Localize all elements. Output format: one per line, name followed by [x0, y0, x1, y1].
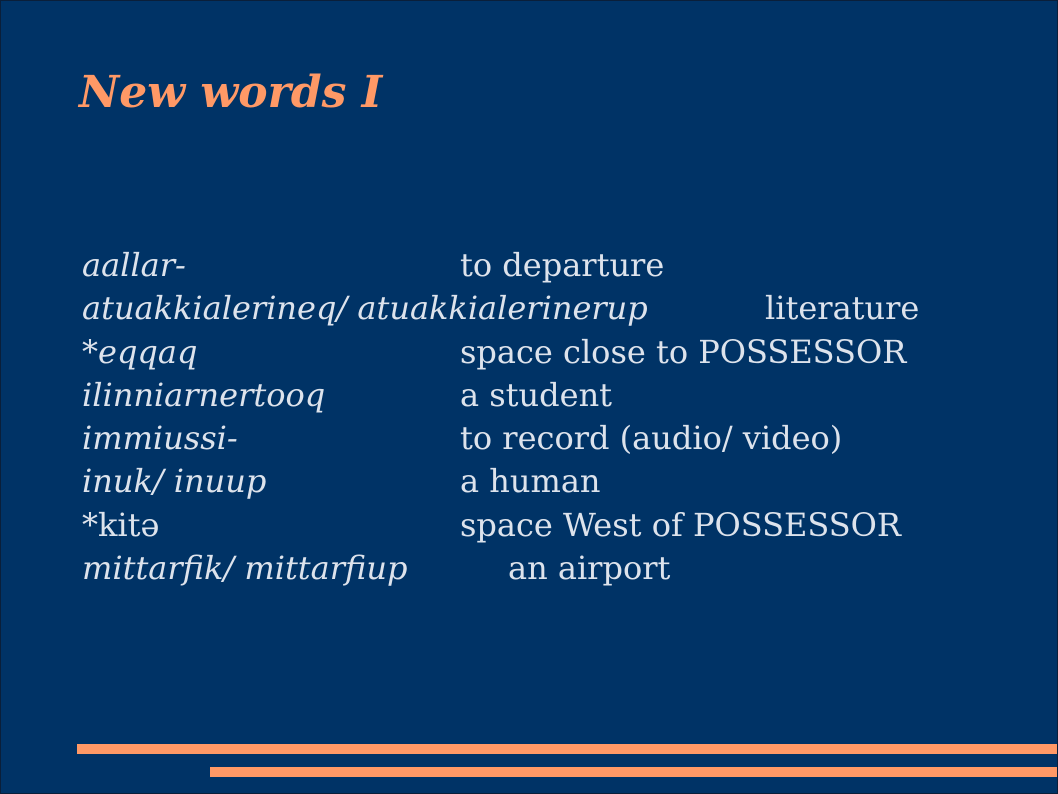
- vocab-term: inuk/ inuup: [82, 460, 266, 503]
- vocab-definition: a human: [460, 462, 601, 501]
- term-prefix: *kitə: [82, 505, 160, 544]
- decorative-bar-lower: [210, 767, 1057, 777]
- vocab-term: *eqqaq: [82, 331, 197, 374]
- vocab-definition: space close to POSSESSOR: [460, 332, 907, 371]
- vocab-term: immiussi-: [82, 417, 238, 460]
- term-word: mittarfik/ mittarfiup: [82, 549, 408, 588]
- term-prefix: *: [82, 332, 98, 371]
- vocab-definition: literature: [765, 289, 920, 328]
- term-word: aallar-: [82, 246, 186, 284]
- vocab-term: aallar-: [82, 244, 186, 287]
- term-word: atuakkialerineq/ atuakkialerinerup: [82, 289, 648, 328]
- vocab-definition: an airport: [508, 549, 671, 588]
- vocab-definition: space West of POSSESSOR: [460, 505, 901, 544]
- vocab-term: mittarfik/ mittarfiup: [82, 547, 407, 590]
- term-word: immiussi-: [82, 419, 238, 458]
- slide-title: New words I: [79, 67, 383, 118]
- term-word: eqqaq: [98, 332, 198, 371]
- vocab-term: *kitə: [82, 504, 159, 547]
- decorative-bar-upper: [77, 744, 1057, 754]
- term-word: ilinniarnertooq: [82, 375, 326, 414]
- slide: New words I aallar- to departure atuakki…: [0, 0, 1058, 794]
- vocab-term: ilinniarnertooq: [82, 374, 325, 417]
- vocab-definition: to record (audio/ video): [460, 419, 843, 458]
- vocab-definition: a student: [460, 375, 613, 414]
- term-word: inuk/ inuup: [82, 462, 267, 501]
- vocab-term: atuakkialerineq/ atuakkialerinerup: [82, 287, 648, 330]
- vocab-definition: to departure: [460, 246, 665, 284]
